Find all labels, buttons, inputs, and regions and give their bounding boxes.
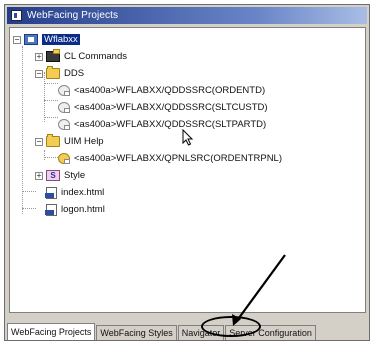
callout-arrow-icon [232,254,286,326]
